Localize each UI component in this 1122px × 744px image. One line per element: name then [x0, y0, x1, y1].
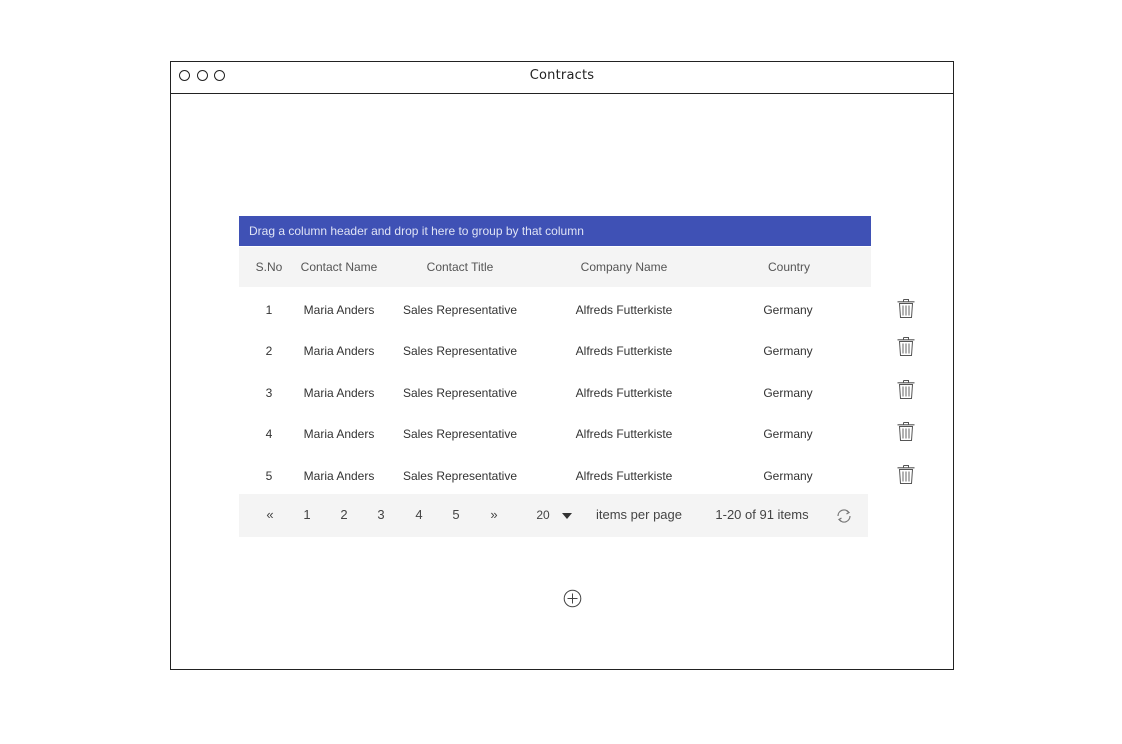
cell-contact-name: Maria Anders: [303, 303, 375, 317]
cell-country: Germany: [763, 469, 813, 483]
pager-first-button[interactable]: «: [266, 507, 273, 522]
cell-sno: 1: [265, 303, 273, 317]
cell-contact-name: Maria Anders: [303, 469, 375, 483]
group-drop-area[interactable]: Drag a column header and drop it here to…: [239, 216, 871, 246]
plus-circle-icon[interactable]: [563, 589, 582, 608]
cell-company-name: Alfreds Futterkiste: [575, 427, 673, 441]
column-header-company-name[interactable]: Company Name: [581, 260, 668, 274]
cell-company-name: Alfreds Futterkiste: [575, 469, 673, 483]
table-row[interactable]: 5 Maria Anders Sales Representative Alfreds…: [239, 455, 871, 495]
table-row[interactable]: 2 Maria Anders Sales Representative Alfreds…: [239, 330, 871, 370]
trash-icon[interactable]: [896, 420, 916, 442]
page-size-select[interactable]: 20: [536, 508, 549, 522]
cell-company-name: Alfreds Futterkiste: [575, 344, 673, 358]
cell-company-name: Alfreds Futterkiste: [575, 303, 673, 317]
cell-contact-title: Sales Representative: [402, 469, 518, 483]
column-header-contact-title[interactable]: Contact Title: [427, 260, 494, 274]
cell-sno: 4: [265, 427, 273, 441]
column-header-contact-name[interactable]: Contact Name: [301, 260, 378, 274]
window-title: Contracts: [529, 68, 595, 83]
pager-page-2[interactable]: 2: [340, 507, 347, 522]
column-header-country[interactable]: Country: [768, 260, 810, 274]
pager-page-3[interactable]: 3: [377, 507, 384, 522]
items-per-page-label: items per page: [596, 507, 682, 522]
cell-contact-title: Sales Representative: [402, 386, 518, 400]
refresh-icon[interactable]: [835, 507, 853, 525]
pager-page-4[interactable]: 4: [415, 507, 422, 522]
table-row[interactable]: 3 Maria Anders Sales Representative Alfreds…: [239, 372, 871, 412]
cell-company-name: Alfreds Futterkiste: [575, 386, 673, 400]
cell-country: Germany: [763, 344, 813, 358]
pager-summary: 1-20 of 91 items: [715, 507, 809, 522]
chevron-down-icon[interactable]: [562, 513, 572, 519]
cell-country: Germany: [763, 427, 813, 441]
cell-country: Germany: [763, 303, 813, 317]
table-row[interactable]: 4 Maria Anders Sales Representative Alfreds…: [239, 413, 871, 453]
cell-contact-title: Sales Representative: [402, 344, 518, 358]
cell-contact-title: Sales Representative: [402, 427, 518, 441]
table-row[interactable]: 1 Maria Anders Sales Representative Alfreds…: [239, 289, 871, 329]
title-bar: Contracts: [171, 62, 953, 94]
cell-country: Germany: [763, 386, 813, 400]
cell-contact-name: Maria Anders: [303, 386, 375, 400]
cell-contact-name: Maria Anders: [303, 344, 375, 358]
trash-icon[interactable]: [896, 335, 916, 357]
pager-page-1[interactable]: 1: [303, 507, 310, 522]
cell-sno: 3: [265, 386, 273, 400]
cell-sno: 2: [265, 344, 273, 358]
cell-contact-title: Sales Representative: [402, 303, 518, 317]
pager: « 1 2 3 4 5 » 20 items per page 1-20 of …: [239, 494, 868, 537]
trash-icon[interactable]: [896, 297, 916, 319]
trash-icon[interactable]: [896, 463, 916, 485]
pager-page-5[interactable]: 5: [452, 507, 459, 522]
trash-icon[interactable]: [896, 378, 916, 400]
grid-header-row: S.No Contact Name Contact Title Company …: [239, 247, 871, 287]
pager-last-button[interactable]: »: [490, 507, 497, 522]
cell-contact-name: Maria Anders: [303, 427, 375, 441]
cell-sno: 5: [265, 469, 273, 483]
column-header-sno[interactable]: S.No: [256, 260, 283, 274]
